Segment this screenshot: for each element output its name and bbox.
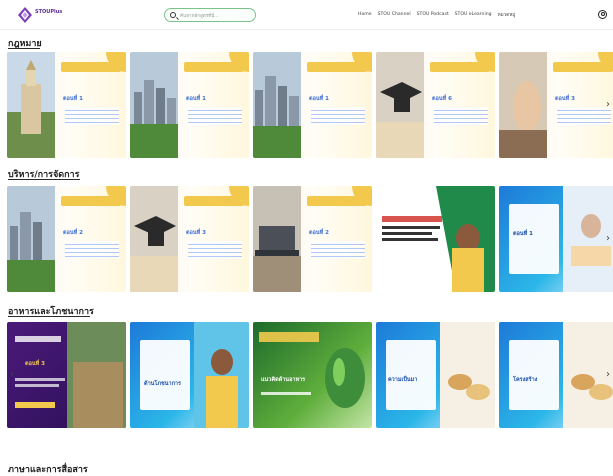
user-account-icon[interactable] xyxy=(598,10,607,19)
laptop-photo xyxy=(253,186,301,292)
nav-home[interactable]: Home xyxy=(358,12,372,19)
episode-label: ตอนที่ 6 xyxy=(432,96,453,102)
search-icon xyxy=(170,12,176,18)
card-description xyxy=(65,241,119,259)
market-banner xyxy=(15,322,126,428)
card-panel xyxy=(509,204,559,274)
card-description xyxy=(311,107,365,125)
carousel-next-button[interactable]: › xyxy=(603,98,613,112)
card-description xyxy=(188,107,242,125)
city-photo xyxy=(7,186,55,292)
card-panel xyxy=(509,340,559,410)
graduation-cap-photo xyxy=(130,186,178,292)
episode-label: ตอนที่ 3 xyxy=(186,230,207,236)
course-card[interactable]: ด้านโภชนาการ xyxy=(130,322,249,428)
episode-label: ตอนที่ 2 xyxy=(63,230,84,236)
course-card[interactable] xyxy=(376,186,495,292)
nav-stou-channel[interactable]: STOU Channel xyxy=(378,12,411,19)
course-title-label: ด้านโภชนาการ xyxy=(144,381,181,387)
logo-icon[interactable] xyxy=(18,7,32,23)
course-card[interactable]: ตอนที่ 1 xyxy=(253,52,372,158)
plant-banner xyxy=(259,332,365,408)
course-card[interactable]: ตอนที่ 3 xyxy=(499,52,613,158)
section-underline xyxy=(8,48,40,49)
card-description xyxy=(434,107,488,125)
monument-photo xyxy=(7,52,55,158)
city-photo xyxy=(253,52,301,158)
graduation-cap-photo xyxy=(376,52,424,158)
card-description xyxy=(65,107,119,125)
nav-category-dropdown[interactable]: หมวดหมู่ xyxy=(498,12,516,19)
course-card[interactable]: ตอนที่ 6 xyxy=(376,52,495,158)
nav-stou-podcast[interactable]: STOU Podcast xyxy=(417,12,449,19)
episode-label: ตอนที่ 2 xyxy=(309,230,330,236)
card-description xyxy=(311,241,365,259)
card-description xyxy=(188,241,242,259)
course-title-label: ความเป็นมา xyxy=(388,377,418,383)
carousel-prev-button[interactable]: ‹ xyxy=(7,368,17,382)
course-card[interactable]: ตอนที่ 1 xyxy=(499,186,613,292)
search-input[interactable]: ค้นหาหลักสูตรที่นี่... xyxy=(164,8,256,22)
food-bowls-photo xyxy=(440,322,495,428)
course-card[interactable]: ความเป็นมา xyxy=(376,322,495,428)
course-card[interactable]: แนวคิดด้านอาหาร xyxy=(253,322,372,428)
course-row-law: ตอนที่ 1 ตอนที่ 1 ตอนที่ 1 ตอนที่ 6 ตอนท… xyxy=(7,52,613,158)
course-card[interactable]: ตอนที่ 3 xyxy=(7,322,126,428)
episode-label: ตอนที่ 1 xyxy=(513,231,534,237)
course-card[interactable]: ตอนที่ 3 xyxy=(130,186,249,292)
hand-touch-photo xyxy=(499,52,547,158)
course-row-food: ตอนที่ 3 ด้านโภชนาการ แนวคิดด้านอาหาร คว… xyxy=(7,322,613,428)
course-title-label: แนวคิดด้านอาหาร xyxy=(261,377,306,383)
card-panel xyxy=(140,340,190,410)
card-panel xyxy=(386,340,436,410)
carousel-next-button[interactable]: › xyxy=(603,232,613,246)
section-underline xyxy=(8,316,90,317)
woman-photo xyxy=(194,322,249,428)
speaker-banner xyxy=(376,186,495,292)
search-placeholder: ค้นหาหลักสูตรที่นี่... xyxy=(180,14,219,19)
episode-label: ตอนที่ 3 xyxy=(555,96,576,102)
course-card[interactable]: ตอนที่ 1 xyxy=(7,52,126,158)
city-photo xyxy=(130,52,178,158)
course-card[interactable]: ตอนที่ 2 xyxy=(7,186,126,292)
episode-label: ตอนที่ 1 xyxy=(309,96,330,102)
carousel-next-button[interactable]: › xyxy=(603,368,613,382)
nav-stou-elearning[interactable]: STOU eLearning xyxy=(455,12,492,19)
course-row-management: ตอนที่ 2 ตอนที่ 3 ตอนที่ 2 ตอนที่ 1 › xyxy=(7,186,613,292)
course-card[interactable]: โครงสร้าง xyxy=(499,322,613,428)
course-title-label: โครงสร้าง xyxy=(513,377,538,383)
course-card[interactable]: ตอนที่ 1 xyxy=(130,52,249,158)
episode-label: ตอนที่ 3 xyxy=(25,361,46,367)
episode-label: ตอนที่ 1 xyxy=(63,96,84,102)
course-card[interactable]: ตอนที่ 2 xyxy=(253,186,372,292)
main-nav: Home STOU Channel STOU Podcast STOU eLea… xyxy=(358,12,515,19)
top-navigation-bar: STOUPlus ค้นหาหลักสูตรที่นี่... Home STO… xyxy=(0,0,613,30)
section-underline xyxy=(8,179,80,180)
section-title-language-communication: ภาษาและการสื่อสาร xyxy=(8,465,88,475)
episode-label: ตอนที่ 1 xyxy=(186,96,207,102)
logo-text: STOUPlus xyxy=(35,9,63,15)
